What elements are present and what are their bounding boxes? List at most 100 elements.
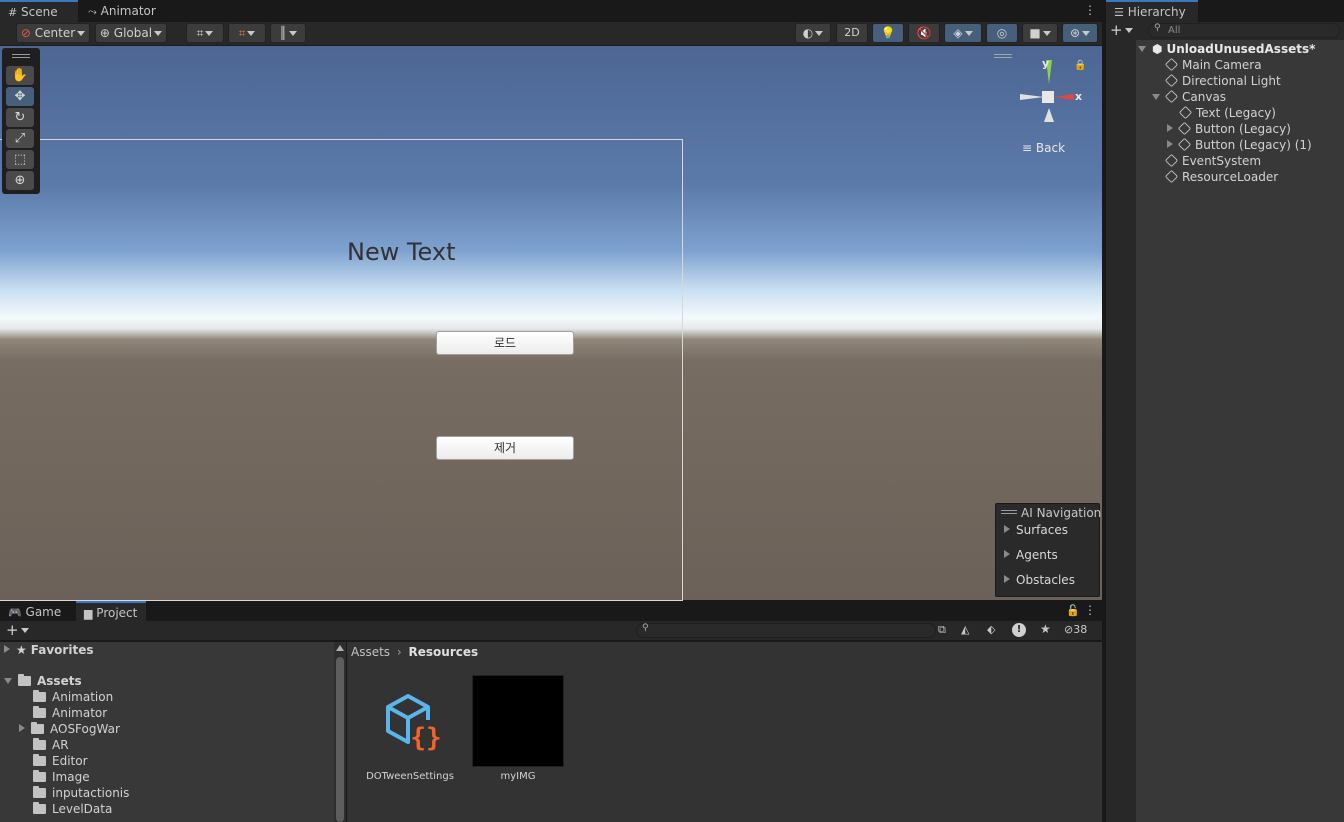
breadcrumb-current[interactable]: Resources bbox=[409, 645, 479, 659]
align-button[interactable]: ║ bbox=[270, 23, 306, 43]
rect-tool[interactable]: ⬚ bbox=[6, 150, 34, 169]
space-dropdown[interactable]: ⊕ Global bbox=[95, 23, 167, 43]
tab-animator[interactable]: ⤳ Animator bbox=[80, 0, 160, 22]
lightbulb-icon: 💡 bbox=[880, 26, 896, 40]
breadcrumb-root[interactable]: Assets bbox=[351, 645, 390, 659]
ai-nav-obstacles[interactable]: Obstacles bbox=[1004, 571, 1075, 589]
hierarchy-item-resourceloader[interactable]: ResourceLoader bbox=[1164, 169, 1278, 185]
remove-button[interactable]: 제거 bbox=[436, 436, 574, 460]
folder-editor[interactable]: Editor bbox=[33, 753, 88, 769]
tree-scrollbar-thumb[interactable] bbox=[336, 657, 344, 822]
hierarchy-item-text[interactable]: Text (Legacy) bbox=[1178, 105, 1276, 121]
transform-tool[interactable]: ⊕ bbox=[6, 171, 34, 190]
camera-dropdown[interactable]: ■ bbox=[1022, 23, 1058, 43]
audio-toggle[interactable]: 🔇 bbox=[908, 23, 940, 43]
folder-inputactionis[interactable]: inputactionis bbox=[33, 785, 129, 801]
folder-icon bbox=[18, 674, 31, 686]
gizmos-dropdown[interactable]: ⊛ bbox=[1062, 23, 1098, 43]
tool-palette-handle[interactable] bbox=[12, 54, 30, 58]
favorites-row[interactable]: ★ Favorites bbox=[4, 642, 93, 658]
project-lock-icon[interactable]: 🔓 bbox=[1066, 604, 1080, 617]
tab-scene[interactable]: # Scene bbox=[0, 0, 78, 22]
folder-image[interactable]: Image bbox=[33, 769, 90, 785]
search-by-type-icon[interactable]: ⧉ bbox=[938, 623, 946, 637]
asset-label: myIMG bbox=[500, 771, 536, 782]
gizmo-center[interactable] bbox=[1042, 91, 1054, 103]
hierarchy-item-main-camera[interactable]: Main Camera bbox=[1164, 57, 1262, 73]
chevron-down-icon bbox=[964, 31, 973, 36]
favorite-star-icon[interactable]: ★ bbox=[1040, 622, 1051, 636]
tab-hierarchy[interactable]: ☰ Hierarchy bbox=[1106, 0, 1198, 22]
gizmo-x-label: x bbox=[1075, 90, 1083, 103]
grid-snapping-button[interactable]: ⌗ bbox=[186, 23, 224, 43]
hierarchy-item-directional-light[interactable]: Directional Light bbox=[1164, 73, 1281, 89]
shading-icon: ◐ bbox=[802, 26, 814, 40]
panel-divider[interactable] bbox=[1102, 0, 1104, 822]
hierarchy-scene-root[interactable]: ⬢ UnloadUnusedAssets* bbox=[1138, 41, 1315, 57]
collapse-icon bbox=[1138, 46, 1146, 52]
filter-by-label-icon[interactable]: ⬖ bbox=[987, 623, 995, 636]
animator-icon: ⤳ bbox=[88, 5, 97, 18]
move-tool[interactable]: ✥ bbox=[6, 87, 34, 106]
scene-visibility-toggle[interactable]: ◎ bbox=[986, 23, 1018, 43]
draw-mode-dropdown[interactable]: ◐ bbox=[795, 23, 831, 43]
hierarchy-item-label: Directional Light bbox=[1182, 74, 1281, 88]
expand-icon bbox=[4, 645, 10, 653]
gizmo-icon: ⊛ bbox=[1069, 26, 1081, 40]
overlay-handle[interactable] bbox=[994, 54, 1012, 58]
eye-hidden-icon: ⊘ bbox=[1064, 623, 1074, 636]
folder-icon bbox=[33, 690, 46, 702]
project-more-icon[interactable]: ⋮ bbox=[1084, 603, 1096, 621]
scene-tab-bar bbox=[0, 0, 1102, 22]
hierarchy-item-canvas[interactable]: Canvas bbox=[1152, 89, 1226, 105]
scale-tool[interactable]: ⤢ bbox=[6, 129, 34, 148]
hierarchy-item-label: EventSystem bbox=[1182, 154, 1262, 168]
tab-scene-label: Scene bbox=[21, 5, 58, 19]
hidden-packages-toggle[interactable]: ⊘38 bbox=[1064, 623, 1087, 636]
neg-x-axis-cone[interactable] bbox=[1020, 94, 1044, 100]
folder-ar[interactable]: AR bbox=[33, 737, 69, 753]
increment-snap-button[interactable]: ⌗ bbox=[228, 23, 266, 43]
neg-y-axis-cone[interactable] bbox=[1044, 108, 1054, 122]
tab-game[interactable]: 🎮 Game bbox=[0, 601, 74, 623]
asset-myimg[interactable]: myIMG bbox=[470, 674, 566, 786]
folder-leveldata[interactable]: LevelData bbox=[33, 801, 112, 817]
project-search-input[interactable]: ⚲ bbox=[636, 623, 936, 638]
hierarchy-add-button[interactable]: + bbox=[1110, 22, 1136, 40]
rotate-tool[interactable]: ↻ bbox=[6, 108, 34, 127]
pivot-dropdown[interactable]: ⊘ Center bbox=[16, 23, 90, 43]
hierarchy-search[interactable]: ⚲ All bbox=[1148, 23, 1340, 38]
lighting-toggle[interactable]: 💡 bbox=[872, 23, 904, 43]
load-button[interactable]: 로드 bbox=[436, 331, 574, 355]
scroll-up-icon[interactable] bbox=[336, 645, 344, 651]
pivot-icon: ⊘ bbox=[20, 26, 31, 40]
lock-icon[interactable]: 🔒 bbox=[1074, 60, 1086, 71]
scene-more-icon[interactable]: ⋮ bbox=[1084, 2, 1096, 20]
folder-animator[interactable]: Animator bbox=[33, 705, 107, 721]
ai-navigation-handle[interactable] bbox=[1001, 510, 1017, 514]
ai-navigation-panel: AI Navigation Surfaces Agents Obstacles bbox=[995, 503, 1101, 597]
view-label[interactable]: ≡ Back bbox=[1022, 141, 1065, 155]
hierarchy-item-button-1[interactable]: Button (Legacy) (1) bbox=[1167, 137, 1312, 153]
tab-game-label: Game bbox=[25, 605, 62, 619]
ai-nav-agents[interactable]: Agents bbox=[1004, 546, 1058, 564]
hierarchy-item-button[interactable]: Button (Legacy) bbox=[1167, 121, 1291, 137]
asset-dotweensettings[interactable]: {} DOTweenSettings bbox=[362, 676, 458, 786]
tab-hierarchy-label: Hierarchy bbox=[1127, 5, 1186, 19]
folder-label: LevelData bbox=[52, 802, 113, 816]
hierarchy-item-eventsystem[interactable]: EventSystem bbox=[1164, 153, 1262, 169]
hand-tool[interactable]: ✋ bbox=[6, 66, 34, 85]
toggle-2d-button[interactable]: 2D bbox=[836, 23, 868, 43]
folder-animation[interactable]: Animation bbox=[33, 689, 113, 705]
warning-filter-icon[interactable]: ! bbox=[1012, 623, 1026, 637]
folder-label: AR bbox=[52, 738, 69, 752]
effects-dropdown[interactable]: ◈ bbox=[944, 23, 982, 43]
filter-by-type-icon[interactable]: ◭ bbox=[961, 623, 969, 636]
canvas-text[interactable]: New Text bbox=[347, 238, 487, 268]
project-add-button[interactable]: + bbox=[6, 621, 34, 641]
x-axis-cone[interactable] bbox=[1054, 94, 1074, 100]
assets-row[interactable]: Assets bbox=[4, 673, 82, 689]
ai-nav-surfaces[interactable]: Surfaces bbox=[1004, 521, 1068, 539]
tab-project[interactable]: ▆ Project bbox=[76, 601, 146, 623]
folder-aosfogwar[interactable]: AOSFogWar bbox=[19, 721, 120, 737]
